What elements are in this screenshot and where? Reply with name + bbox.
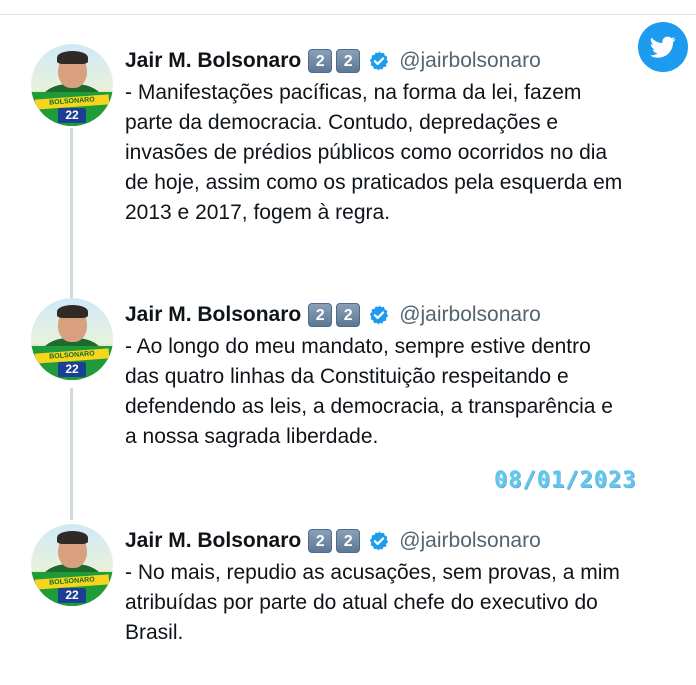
- keycap-emoji: 2: [336, 529, 361, 553]
- avatar[interactable]: BOLSONARO 22: [31, 44, 113, 126]
- verified-badge-icon: [370, 531, 389, 551]
- avatar-number: 22: [58, 108, 86, 123]
- tweet-header: Jair M. Bolsonaro 2 2 @jairbolsonaro: [125, 46, 541, 76]
- keycap-emoji: 2: [308, 49, 333, 73]
- verified-badge-icon: [370, 51, 389, 71]
- avatar-number: 22: [58, 588, 86, 603]
- author-name[interactable]: Jair M. Bolsonaro: [125, 49, 301, 73]
- avatar-hair: [57, 531, 88, 544]
- avatar[interactable]: BOLSONARO 22: [31, 298, 113, 380]
- tweet[interactable]: BOLSONARO 22 Jair M. Bolsonaro 2 2 @jair…: [0, 524, 696, 654]
- avatar[interactable]: BOLSONARO 22: [31, 524, 113, 606]
- avatar-hair: [57, 305, 88, 318]
- keycap-emoji: 2: [308, 303, 333, 327]
- date-overlay: 08/01/2023: [494, 468, 637, 493]
- keycap-emoji: 2: [336, 49, 361, 73]
- tweet-text: - Manifestações pacíficas, na forma da l…: [125, 81, 623, 224]
- tweet-header: Jair M. Bolsonaro 2 2 @jairbolsonaro: [125, 526, 541, 556]
- keycap-emoji: 2: [308, 529, 333, 553]
- tweet[interactable]: BOLSONARO 22 Jair M. Bolsonaro 2 2 @jair…: [0, 298, 696, 458]
- verified-badge-icon: [370, 305, 389, 325]
- author-name[interactable]: Jair M. Bolsonaro: [125, 529, 301, 553]
- tweet-header: Jair M. Bolsonaro 2 2 @jairbolsonaro: [125, 300, 541, 330]
- avatar-hair: [57, 51, 88, 64]
- keycap-emoji: 2: [336, 303, 361, 327]
- user-handle[interactable]: @jairbolsonaro: [399, 303, 541, 327]
- user-handle[interactable]: @jairbolsonaro: [399, 49, 541, 73]
- avatar-number: 22: [58, 362, 86, 377]
- author-name[interactable]: Jair M. Bolsonaro: [125, 303, 301, 327]
- tweet-text: - Ao longo do meu mandato, sempre estive…: [125, 335, 613, 448]
- tweet-text: - No mais, repudio as acusações, sem pro…: [125, 561, 620, 644]
- user-handle[interactable]: @jairbolsonaro: [399, 529, 541, 553]
- top-divider: [0, 14, 696, 15]
- tweet[interactable]: BOLSONARO 22 Jair M. Bolsonaro 2 2 @jair…: [0, 44, 696, 234]
